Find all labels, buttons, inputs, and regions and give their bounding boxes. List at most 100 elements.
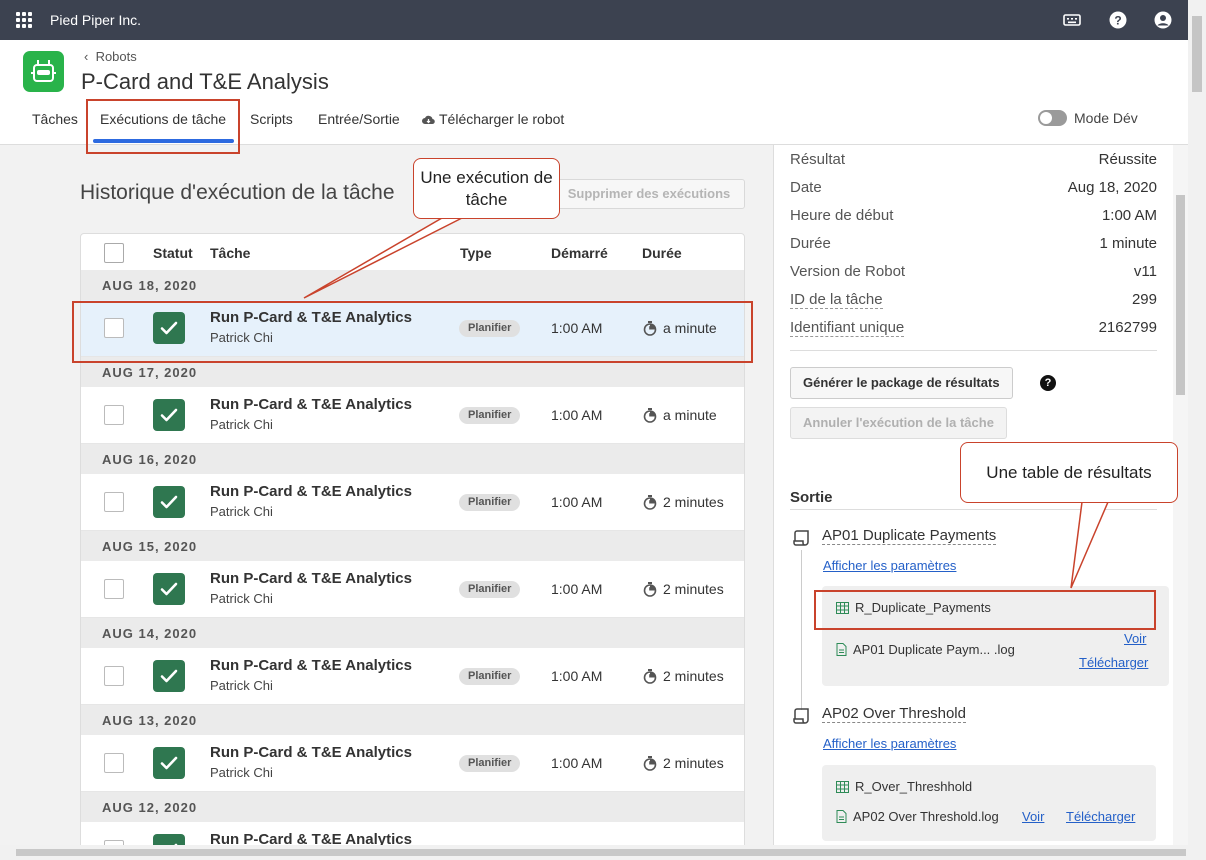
page-scrollbar-vertical[interactable] [1188, 0, 1206, 845]
duration-value: a minute [663, 320, 717, 336]
stopwatch-icon [643, 582, 657, 597]
duration: 2 minutes [643, 581, 724, 597]
success-check-icon [153, 573, 185, 605]
row-checkbox[interactable] [104, 405, 124, 425]
script-icon [793, 708, 809, 724]
file-icon [836, 810, 847, 823]
task-name[interactable]: Run P-Card & T&E Analytics [210, 657, 412, 674]
task-user: Patrick Chi [210, 765, 273, 780]
duration: 2 minutes [643, 668, 724, 684]
detail-label: Heure de début [790, 207, 894, 224]
date-group-header: AUG 17, 2020 [81, 357, 744, 387]
date-group-header: AUG 18, 2020 [81, 270, 744, 300]
callout-task-run-text: Une exécution de tâche [420, 168, 553, 209]
col-duree: Durée [642, 245, 682, 261]
stopwatch-icon [643, 669, 657, 684]
duration-value: 2 minutes [663, 755, 724, 771]
output-name[interactable]: AP02 Over Threshold [822, 705, 966, 723]
app-grid-icon[interactable] [16, 12, 32, 28]
start-time: 1:00 AM [551, 668, 603, 684]
row-checkbox[interactable] [104, 492, 124, 512]
table-row[interactable]: Run P-Card & T&E Analytics Patrick Chi Pla… [81, 735, 744, 792]
view-link[interactable]: Voir [1022, 809, 1044, 824]
stopwatch-icon [643, 321, 657, 336]
breadcrumb-robots[interactable]: Robots [96, 49, 137, 64]
detail-label: Date [790, 179, 822, 196]
detail-value: Réussite [1098, 151, 1157, 168]
help-icon[interactable]: ? [1109, 11, 1127, 29]
result-table-name: R_Duplicate_Payments [855, 600, 991, 615]
timeline-line [801, 550, 802, 710]
table-row[interactable]: Run P-Card & T&E Analytics Patrick Chi Pla… [81, 387, 744, 444]
active-tab-indicator [93, 139, 234, 143]
stopwatch-icon [643, 495, 657, 510]
cancel-run-button[interactable]: Annuler l'exécution de la tâche [790, 407, 1007, 439]
script-icon [793, 530, 809, 546]
tab-executions[interactable]: Exécutions de tâche [100, 111, 226, 127]
org-name: Pied Piper Inc. [50, 12, 142, 28]
breadcrumb[interactable]: ‹ Robots [84, 49, 137, 64]
detail-value: 299 [1131, 291, 1157, 308]
divider [790, 350, 1157, 351]
type-badge: Planifier [459, 494, 521, 511]
generate-results-button[interactable]: Générer le package de résultats [790, 367, 1013, 399]
table-row[interactable]: Run P-Card & T&E Analytics [81, 822, 744, 845]
task-name[interactable]: Run P-Card & T&E Analytics [210, 396, 412, 413]
date-group-header: AUG 16, 2020 [81, 444, 744, 474]
show-params-link[interactable]: Afficher les paramètres [823, 736, 956, 751]
row-checkbox[interactable] [104, 318, 124, 338]
page-scrollbar-horizontal[interactable] [0, 845, 1206, 860]
tab-telecharger[interactable]: Télécharger le robot [422, 111, 564, 127]
table-row[interactable]: Run P-Card & T&E Analytics Patrick Chi Pla… [81, 561, 744, 618]
log-file-item[interactable]: AP01 Duplicate Paym... .log [836, 642, 1015, 657]
col-tache: Tâche [210, 245, 251, 261]
col-statut: Statut [153, 245, 193, 261]
log-file-item[interactable]: AP02 Over Threshold.log [836, 809, 999, 824]
delete-runs-button[interactable]: Supprimer des exécutions [553, 179, 745, 209]
tab-entree-sortie[interactable]: Entrée/Sortie [318, 111, 400, 127]
result-table-item[interactable]: R_Duplicate_Payments [836, 600, 991, 615]
type-badge: Planifier [459, 755, 521, 772]
row-checkbox[interactable] [104, 579, 124, 599]
output-name[interactable]: AP01 Duplicate Payments [822, 527, 997, 545]
detail-field: Durée 1 minute [790, 235, 1157, 252]
task-name[interactable]: Run P-Card & T&E Analytics [210, 744, 412, 761]
duration-value: 2 minutes [663, 494, 724, 510]
tab-taches[interactable]: Tâches [32, 111, 78, 127]
success-check-icon [153, 834, 185, 845]
start-time: 1:00 AM [551, 494, 603, 510]
row-checkbox[interactable] [104, 753, 124, 773]
keyboard-icon[interactable] [1063, 11, 1081, 29]
task-user: Patrick Chi [210, 417, 273, 432]
tab-scripts[interactable]: Scripts [250, 111, 293, 127]
task-name[interactable]: Run P-Card & T&E Analytics [210, 309, 412, 326]
row-checkbox[interactable] [104, 666, 124, 686]
tab-telecharger-label: Télécharger le robot [439, 111, 565, 127]
download-link[interactable]: Télécharger [1066, 809, 1135, 824]
result-table-item[interactable]: R_Over_Threshhold [836, 779, 972, 794]
type-badge: Planifier [459, 407, 521, 424]
task-name[interactable]: Run P-Card & T&E Analytics [210, 483, 412, 500]
table-row[interactable]: Run P-Card & T&E Analytics Patrick Chi Pla… [81, 648, 744, 705]
help-icon[interactable]: ? [1040, 375, 1056, 391]
view-link[interactable]: Voir [1124, 631, 1146, 646]
select-all-checkbox[interactable] [104, 243, 124, 263]
task-name[interactable]: Run P-Card & T&E Analytics [210, 831, 412, 845]
start-time: 1:00 AM [551, 407, 603, 423]
show-params-link[interactable]: Afficher les paramètres [823, 558, 956, 573]
task-name[interactable]: Run P-Card & T&E Analytics [210, 570, 412, 587]
callout-task-run: Une exécution de tâche [413, 158, 560, 219]
callout-result-table: Une table de résultats [960, 442, 1178, 503]
detail-value: Aug 18, 2020 [1067, 179, 1157, 196]
user-account-icon[interactable] [1154, 11, 1172, 29]
table-row[interactable]: Run P-Card & T&E Analytics Patrick Chi Pla… [81, 300, 744, 357]
table-row[interactable]: Run P-Card & T&E Analytics Patrick Chi Pla… [81, 474, 744, 531]
dev-mode-toggle[interactable] [1038, 110, 1067, 126]
success-check-icon [153, 747, 185, 779]
result-table-name: R_Over_Threshhold [855, 779, 973, 794]
log-file-name: AP02 Over Threshold.log [853, 809, 999, 824]
detail-field: Identifiant unique 2162799 [790, 319, 1157, 337]
robot-app-icon [23, 51, 64, 92]
download-link[interactable]: Télécharger [1079, 655, 1148, 670]
file-icon [836, 643, 847, 656]
